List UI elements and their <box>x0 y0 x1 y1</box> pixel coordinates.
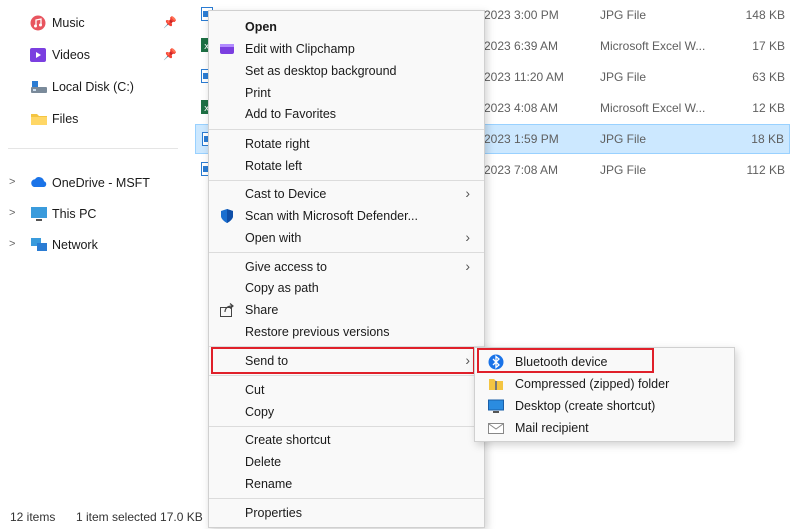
sidebar-item-label: Music <box>52 16 85 30</box>
sidebar-item-local-disk[interactable]: Local Disk (C:) <box>0 74 180 100</box>
size-cell: 17 KB <box>752 39 785 53</box>
menu-separator <box>209 252 484 253</box>
date-cell: 2023 3:00 PM <box>484 8 559 22</box>
menu-item-share[interactable]: Share <box>209 299 484 321</box>
menu-item-add-favorites[interactable]: Add to Favorites <box>209 103 484 125</box>
desktop-icon <box>488 398 504 414</box>
size-cell: 112 KB <box>746 163 785 177</box>
menu-item-restore-versions[interactable]: Restore previous versions <box>209 321 484 343</box>
menu-separator <box>209 180 484 181</box>
menu-item-print[interactable]: Print <box>209 82 484 104</box>
menu-item-delete[interactable]: Delete <box>209 451 484 473</box>
music-icon <box>30 15 48 31</box>
menu-separator <box>209 426 484 427</box>
type-cell: JPG File <box>600 163 647 177</box>
date-cell: 2023 6:39 AM <box>484 39 559 53</box>
menu-item-rotate-right[interactable]: Rotate right <box>209 133 484 155</box>
menu-item-set-background[interactable]: Set as desktop background <box>209 60 484 82</box>
sidebar-item-music[interactable]: Music 📌 <box>0 10 180 36</box>
divider <box>8 148 178 149</box>
menu-item-properties[interactable]: Properties <box>209 502 484 524</box>
type-cell: Microsoft Excel W... <box>600 39 706 53</box>
menu-item-rotate-left[interactable]: Rotate left <box>209 155 484 177</box>
sidebar-item-label: This PC <box>52 207 97 221</box>
share-icon <box>219 302 235 318</box>
type-cell: Microsoft Excel W... <box>600 101 706 115</box>
date-cell: 2023 1:59 PM <box>484 132 559 146</box>
type-cell: JPG File <box>600 132 647 146</box>
menu-item-create-shortcut[interactable]: Create shortcut <box>209 429 484 451</box>
menu-separator <box>209 498 484 499</box>
menu-item-give-access[interactable]: Give access to › <box>209 256 484 278</box>
clipchamp-icon <box>219 41 235 57</box>
date-cell: 2023 11:20 AM <box>484 70 564 84</box>
this-pc-icon <box>30 206 48 222</box>
item-count: 12 items <box>10 510 56 524</box>
pin-icon: 📌 <box>163 49 177 61</box>
size-cell: 18 KB <box>751 132 784 146</box>
size-cell: 148 KB <box>745 8 785 22</box>
date-cell: 2023 4:08 AM <box>484 101 559 115</box>
selection-info: 1 item selected 17.0 KB <box>76 510 203 524</box>
navigation-pane: Music 📌 Videos 📌 Local Disk (C:) Files >… <box>0 0 180 505</box>
sidebar-item-onedrive[interactable]: > OneDrive - MSFT <box>0 170 180 196</box>
menu-separator <box>209 129 484 130</box>
sidebar-item-label: Files <box>52 112 79 126</box>
videos-icon <box>30 47 48 63</box>
menu-item-rename[interactable]: Rename <box>209 473 484 495</box>
chevron-right-icon[interactable]: > <box>9 238 19 250</box>
defender-shield-icon <box>219 208 235 224</box>
size-cell: 12 KB <box>752 101 785 115</box>
onedrive-icon <box>30 175 48 191</box>
chevron-right-icon: › <box>465 258 470 274</box>
bluetooth-highlight <box>477 348 654 373</box>
network-icon <box>30 237 48 253</box>
sidebar-item-label: Videos <box>52 48 90 62</box>
send-to-highlight <box>211 347 475 374</box>
mail-icon <box>488 420 504 436</box>
sidebar-item-label: OneDrive - MSFT <box>52 176 150 190</box>
chevron-right-icon: › <box>465 229 470 245</box>
menu-separator <box>209 375 484 376</box>
menu-item-desktop-shortcut[interactable]: Desktop (create shortcut) <box>475 395 734 417</box>
date-cell: 2023 7:08 AM <box>484 163 559 177</box>
sidebar-item-label: Network <box>52 238 98 252</box>
size-cell: 63 KB <box>752 70 785 84</box>
chevron-right-icon[interactable]: > <box>9 176 19 188</box>
chevron-right-icon: › <box>465 185 470 201</box>
folder-icon <box>30 111 48 127</box>
menu-item-cut[interactable]: Cut <box>209 379 484 401</box>
context-menu: Open Edit with Clipchamp Set as desktop … <box>208 10 485 528</box>
chevron-right-icon[interactable]: > <box>9 207 19 219</box>
menu-item-open[interactable]: Open <box>209 16 484 38</box>
menu-item-compressed-folder[interactable]: Compressed (zipped) folder <box>475 373 734 395</box>
sidebar-item-videos[interactable]: Videos 📌 <box>0 42 180 68</box>
type-cell: JPG File <box>600 8 647 22</box>
menu-item-scan-defender[interactable]: Scan with Microsoft Defender... <box>209 205 484 227</box>
pin-icon: 📌 <box>163 17 177 29</box>
sidebar-item-files[interactable]: Files <box>0 106 180 132</box>
menu-item-cast[interactable]: Cast to Device › <box>209 183 484 205</box>
type-cell: JPG File <box>600 70 647 84</box>
menu-item-open-with[interactable]: Open with › <box>209 227 484 249</box>
disk-icon <box>30 79 48 95</box>
sidebar-item-this-pc[interactable]: > This PC <box>0 201 180 227</box>
sidebar-item-label: Local Disk (C:) <box>52 80 134 94</box>
menu-item-edit-clipchamp[interactable]: Edit with Clipchamp <box>209 38 484 60</box>
menu-item-copy[interactable]: Copy <box>209 401 484 423</box>
menu-item-copy-path[interactable]: Copy as path <box>209 277 484 299</box>
sidebar-item-network[interactable]: > Network <box>0 232 180 258</box>
menu-item-mail-recipient[interactable]: Mail recipient <box>475 417 734 439</box>
zip-folder-icon <box>488 376 504 392</box>
